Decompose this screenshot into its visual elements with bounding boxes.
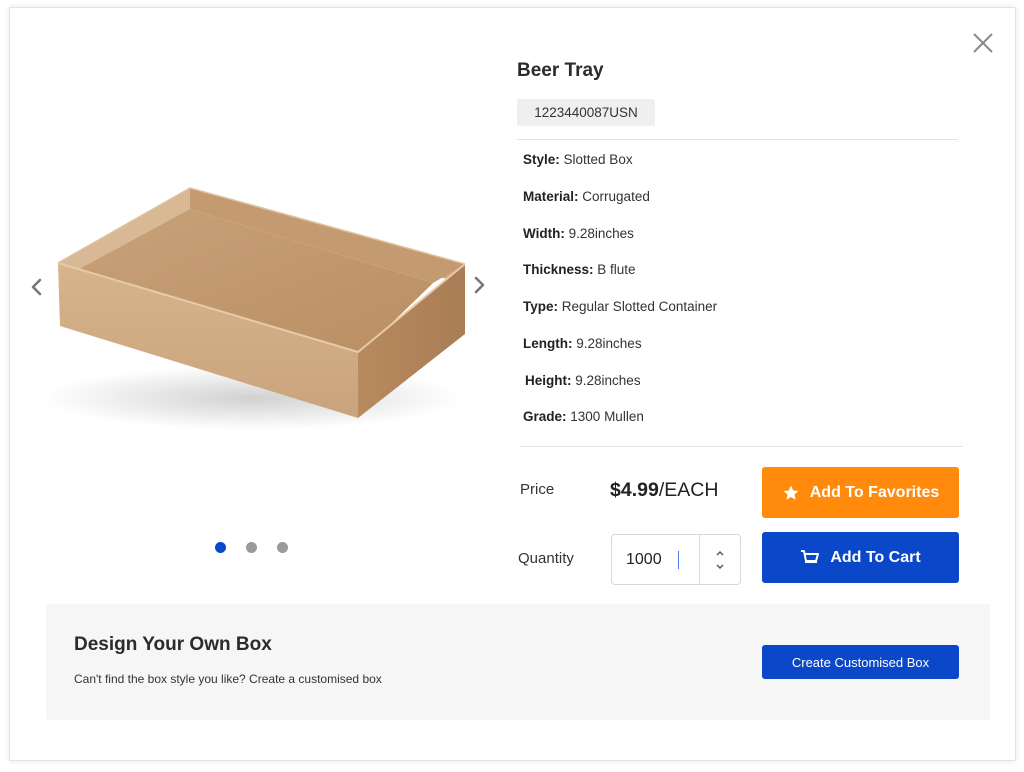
- spec-label: Grade:: [523, 409, 567, 424]
- spec-grade: Grade: 1300 Mullen: [523, 409, 644, 424]
- spec-width: Width: 9.28inches: [523, 226, 634, 241]
- spec-length: Length: 9.28inches: [523, 336, 642, 351]
- add-to-favorites-button[interactable]: Add To Favorites: [762, 467, 959, 518]
- product-modal: Beer Tray 1223440087USN Style: Slotted B…: [9, 7, 1016, 761]
- add-to-cart-button[interactable]: Add To Cart: [762, 532, 959, 583]
- spec-value: Slotted Box: [563, 152, 633, 167]
- spec-material: Material: Corrugated: [523, 189, 650, 204]
- carousel-next-button[interactable]: [470, 274, 488, 296]
- price-label: Price: [520, 481, 555, 498]
- quantity-label: Quantity: [518, 550, 574, 567]
- design-title: Design Your Own Box: [74, 634, 272, 655]
- price-unit: /EACH: [658, 479, 719, 501]
- spec-label: Width:: [523, 226, 565, 241]
- price-value: $4.99/EACH: [610, 479, 718, 502]
- product-sku: 1223440087USN: [517, 99, 655, 126]
- design-your-own-box-panel: Design Your Own Box Can't find the box s…: [46, 604, 990, 720]
- spec-value: 9.28inches: [568, 226, 634, 241]
- text-cursor: [678, 550, 679, 569]
- spec-label: Type:: [523, 299, 559, 314]
- chevron-down-icon: [716, 564, 724, 569]
- chevron-right-icon: [474, 276, 485, 294]
- add-to-cart-label: Add To Cart: [830, 548, 921, 566]
- carousel-dot[interactable]: [277, 542, 288, 553]
- close-icon: [973, 33, 993, 53]
- spec-thickness: Thickness: B flute: [523, 262, 636, 277]
- add-to-favorites-label: Add To Favorites: [809, 483, 940, 501]
- spec-label: Thickness:: [523, 262, 594, 277]
- price-amount: $4.99: [610, 479, 659, 501]
- chevron-up-icon: [716, 550, 724, 555]
- spec-value: 9.28inches: [576, 336, 642, 351]
- divider: [517, 139, 958, 140]
- cart-icon: [800, 549, 820, 567]
- carousel-dot[interactable]: [215, 542, 226, 553]
- spec-label: Length:: [523, 336, 573, 351]
- star-icon: [782, 484, 800, 502]
- spec-value: Regular Slotted Container: [561, 299, 718, 314]
- design-subtitle: Can't find the box style you like? Creat…: [74, 672, 382, 686]
- product-image: [42, 187, 465, 430]
- stepper-controls: [699, 535, 740, 584]
- spec-value: 9.28inches: [575, 373, 641, 388]
- spec-label: Material:: [523, 189, 579, 204]
- spec-value: Corrugated: [582, 189, 650, 204]
- divider: [520, 446, 963, 447]
- spec-value: B flute: [597, 262, 636, 277]
- spec-height: Height: 9.28inches: [525, 373, 641, 388]
- create-customised-box-button[interactable]: Create Customised Box: [762, 645, 959, 679]
- carousel-dot[interactable]: [246, 542, 257, 553]
- spec-type: Type: Regular Slotted Container: [523, 299, 717, 314]
- product-title: Beer Tray: [517, 60, 604, 81]
- carousel-dots: [215, 542, 288, 553]
- spec-label: Style:: [523, 152, 560, 167]
- spec-value: 1300 Mullen: [570, 409, 644, 424]
- spec-label: Height:: [525, 373, 572, 388]
- spec-style: Style: Slotted Box: [523, 152, 633, 167]
- quantity-decrement-button[interactable]: [715, 560, 725, 574]
- quantity-increment-button[interactable]: [715, 546, 725, 560]
- close-button[interactable]: [970, 30, 996, 56]
- quantity-stepper: [611, 534, 741, 585]
